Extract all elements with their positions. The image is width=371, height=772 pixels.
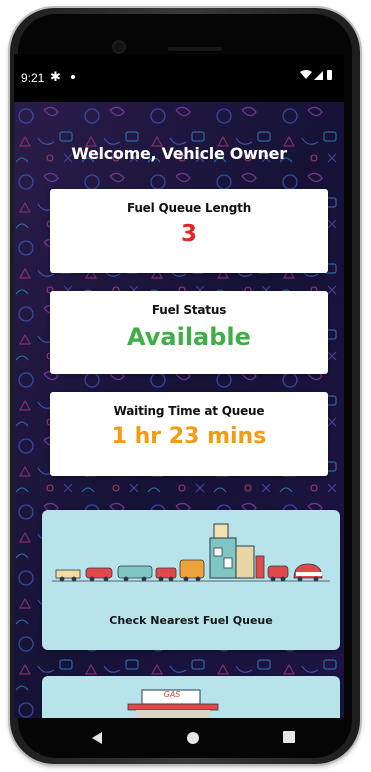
recents-icon[interactable] <box>282 730 296 744</box>
fuel-queue-illustration <box>52 523 330 582</box>
card-label: Fuel Queue Length <box>126 201 252 215</box>
signal-icon <box>314 71 323 80</box>
back-icon[interactable] <box>90 730 104 746</box>
notification-dot-icon <box>71 75 75 79</box>
queue-length-value: 3 <box>180 221 197 247</box>
welcome-heading: Welcome, Vehicle Owner <box>71 144 287 163</box>
gas-station-tile[interactable]: GAS <box>42 676 340 718</box>
status-bar: 9:21 ✱ <box>14 54 344 102</box>
app-content[interactable]: Welcome, Vehicle Owner Fuel Queue Length… <box>14 102 344 718</box>
front-camera <box>112 40 126 54</box>
tile-label: Check Nearest Fuel Queue <box>109 614 273 627</box>
fuel-queue-length-card: Fuel Queue Length 3 <box>50 189 328 273</box>
status-icons <box>300 69 334 84</box>
earpiece-speaker <box>168 47 222 51</box>
check-nearest-fuel-queue-button[interactable]: Check Nearest Fuel Queue <box>42 510 340 650</box>
card-label: Fuel Status <box>151 303 227 317</box>
fuel-status-value: Available <box>127 323 251 351</box>
navigation-bar <box>14 718 344 764</box>
waiting-time-value: 1 hr 23 mins <box>111 424 267 449</box>
card-label: Waiting Time at Queue <box>113 404 265 418</box>
home-icon[interactable] <box>185 730 201 746</box>
settings-gear-icon: ✱ <box>50 69 61 84</box>
wifi-icon <box>300 70 312 79</box>
fuel-status-card: Fuel Status Available <box>50 291 328 374</box>
status-time: 9:21 <box>21 71 45 85</box>
screen: 9:21 ✱ Welcome, Vehicle Owner Fuel Queue… <box>14 54 344 718</box>
waiting-time-card: Waiting Time at Queue 1 hr 23 mins <box>50 392 328 476</box>
gas-sign: GAS <box>163 690 181 699</box>
battery-icon <box>327 70 332 80</box>
